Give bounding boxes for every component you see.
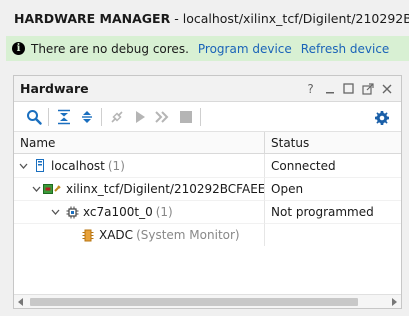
- row-status: Connected: [271, 158, 336, 173]
- program-device-link[interactable]: Program device: [198, 42, 292, 56]
- run-trigger-icon[interactable]: [128, 105, 151, 128]
- row-name: xc7a100t_0: [83, 205, 153, 219]
- hardware-toolbar: [14, 102, 401, 132]
- table-header: Name Status: [14, 132, 401, 154]
- minimize-icon[interactable]: [321, 80, 338, 97]
- panel-header: Hardware ?: [14, 76, 401, 102]
- help-icon[interactable]: ?: [302, 80, 319, 97]
- table-row[interactable]: xilinx_tcf/Digilent/210292BCFAEEA Open: [14, 177, 401, 200]
- run-trigger-immediate-icon[interactable]: [151, 105, 174, 128]
- collapse-all-icon[interactable]: [52, 105, 75, 128]
- close-icon[interactable]: [378, 80, 395, 97]
- table-row[interactable]: localhost (1) Connected: [14, 154, 401, 177]
- row-name: XADC: [99, 228, 134, 242]
- info-bar: i There are no debug cores. Program devi…: [6, 36, 409, 61]
- row-status: Open: [265, 177, 401, 200]
- auto-connect-icon[interactable]: [105, 105, 128, 128]
- column-header-name[interactable]: Name: [14, 132, 265, 153]
- hardware-panel: Hardware ? Name Status localhost (1) Con…: [13, 75, 402, 309]
- row-count: (1): [155, 205, 173, 219]
- row-count: (1): [107, 158, 125, 173]
- toolbar-separator: [48, 107, 49, 126]
- xadc-icon: [80, 227, 96, 243]
- search-icon[interactable]: [22, 105, 45, 128]
- scroll-left-icon[interactable]: [14, 295, 28, 309]
- window-title-bar: HARDWARE MANAGER - localhost/xilinx_tcf/…: [0, 0, 409, 36]
- refresh-device-link[interactable]: Refresh device: [301, 42, 390, 56]
- stop-trigger-icon[interactable]: [174, 105, 197, 128]
- info-message: There are no debug cores.: [31, 41, 189, 56]
- chevron-down-icon[interactable]: [16, 163, 30, 169]
- chevron-down-icon[interactable]: [32, 186, 41, 192]
- expand-all-icon[interactable]: [75, 105, 98, 128]
- scroll-track[interactable]: [28, 295, 387, 309]
- settings-gear-icon[interactable]: [370, 106, 393, 129]
- row-name: localhost: [51, 158, 105, 173]
- row-status: [265, 223, 401, 246]
- panel-title: Hardware: [20, 81, 89, 96]
- window-title: HARDWARE MANAGER: [14, 10, 171, 26]
- toolbar-separator: [200, 107, 201, 126]
- chevron-down-icon[interactable]: [48, 209, 62, 215]
- maximize-icon[interactable]: [340, 80, 357, 97]
- row-name: xilinx_tcf/Digilent/210292BCFAEEA: [66, 182, 265, 196]
- row-count: (System Monitor): [136, 228, 240, 242]
- jtag-cable-icon: [43, 181, 63, 197]
- scroll-right-icon[interactable]: [387, 295, 401, 309]
- toolbar-separator: [101, 107, 102, 126]
- chip-icon: [64, 204, 80, 220]
- float-icon[interactable]: [359, 80, 376, 97]
- table-row[interactable]: XADC (System Monitor): [14, 223, 401, 246]
- server-icon: [32, 158, 48, 174]
- info-icon: i: [12, 42, 25, 55]
- row-status: Not programmed: [265, 200, 401, 223]
- table-row[interactable]: xc7a100t_0 (1) Not programmed: [14, 200, 401, 223]
- column-header-status[interactable]: Status: [265, 132, 401, 153]
- hardware-tree-table: Name Status localhost (1) Connected xili…: [14, 132, 401, 246]
- scroll-thumb[interactable]: [30, 297, 358, 306]
- window-path: - localhost/xilinx_tcf/Digilent/210292BC…: [174, 10, 409, 26]
- horizontal-scrollbar[interactable]: [14, 294, 401, 308]
